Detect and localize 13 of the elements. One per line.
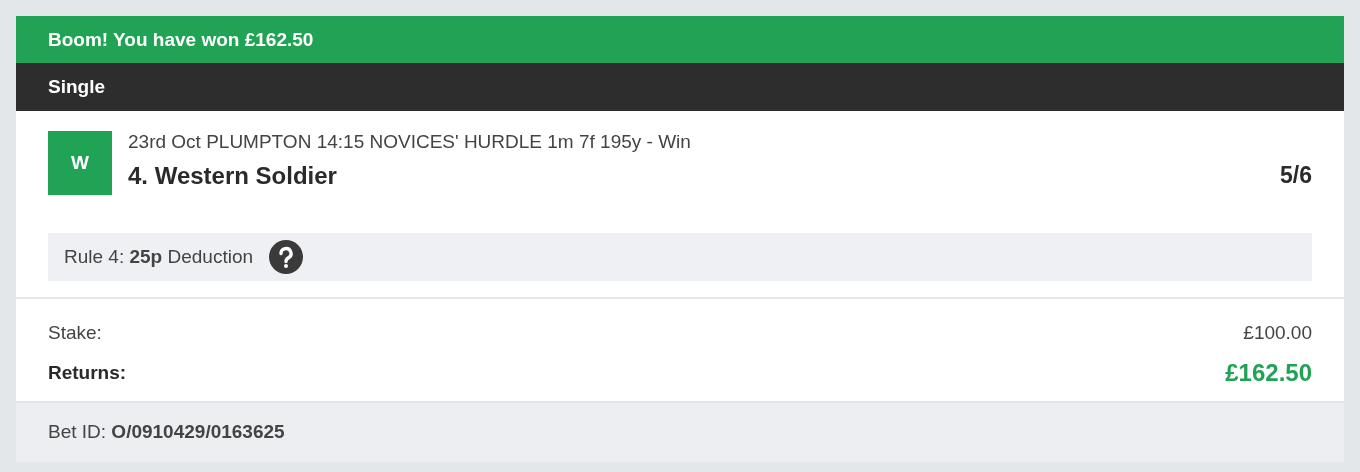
result-badge: W <box>48 130 112 195</box>
returns-value: £162.50 <box>1225 358 1312 387</box>
bet-type: Single <box>48 76 105 99</box>
bet-id: Bet ID: O/0910429/0163625 <box>48 421 285 444</box>
returns-label: Returns: <box>48 361 127 384</box>
help-icon[interactable] <box>269 239 304 274</box>
stake-value: £100.00 <box>1243 321 1312 344</box>
runner-name: 4. Western Soldier <box>128 161 337 190</box>
event-title: 23rd Oct PLUMPTON 14:15 NOVICES' HURDLE 1m 7f 195y - Win <box>128 130 692 153</box>
win-message: Boom! You have won £162.50 <box>48 28 314 51</box>
stake-label: Stake: <box>48 321 102 344</box>
odds: 5/6 <box>1280 162 1312 190</box>
rule4-text: Rule 4: 25p Deduction <box>64 245 254 268</box>
